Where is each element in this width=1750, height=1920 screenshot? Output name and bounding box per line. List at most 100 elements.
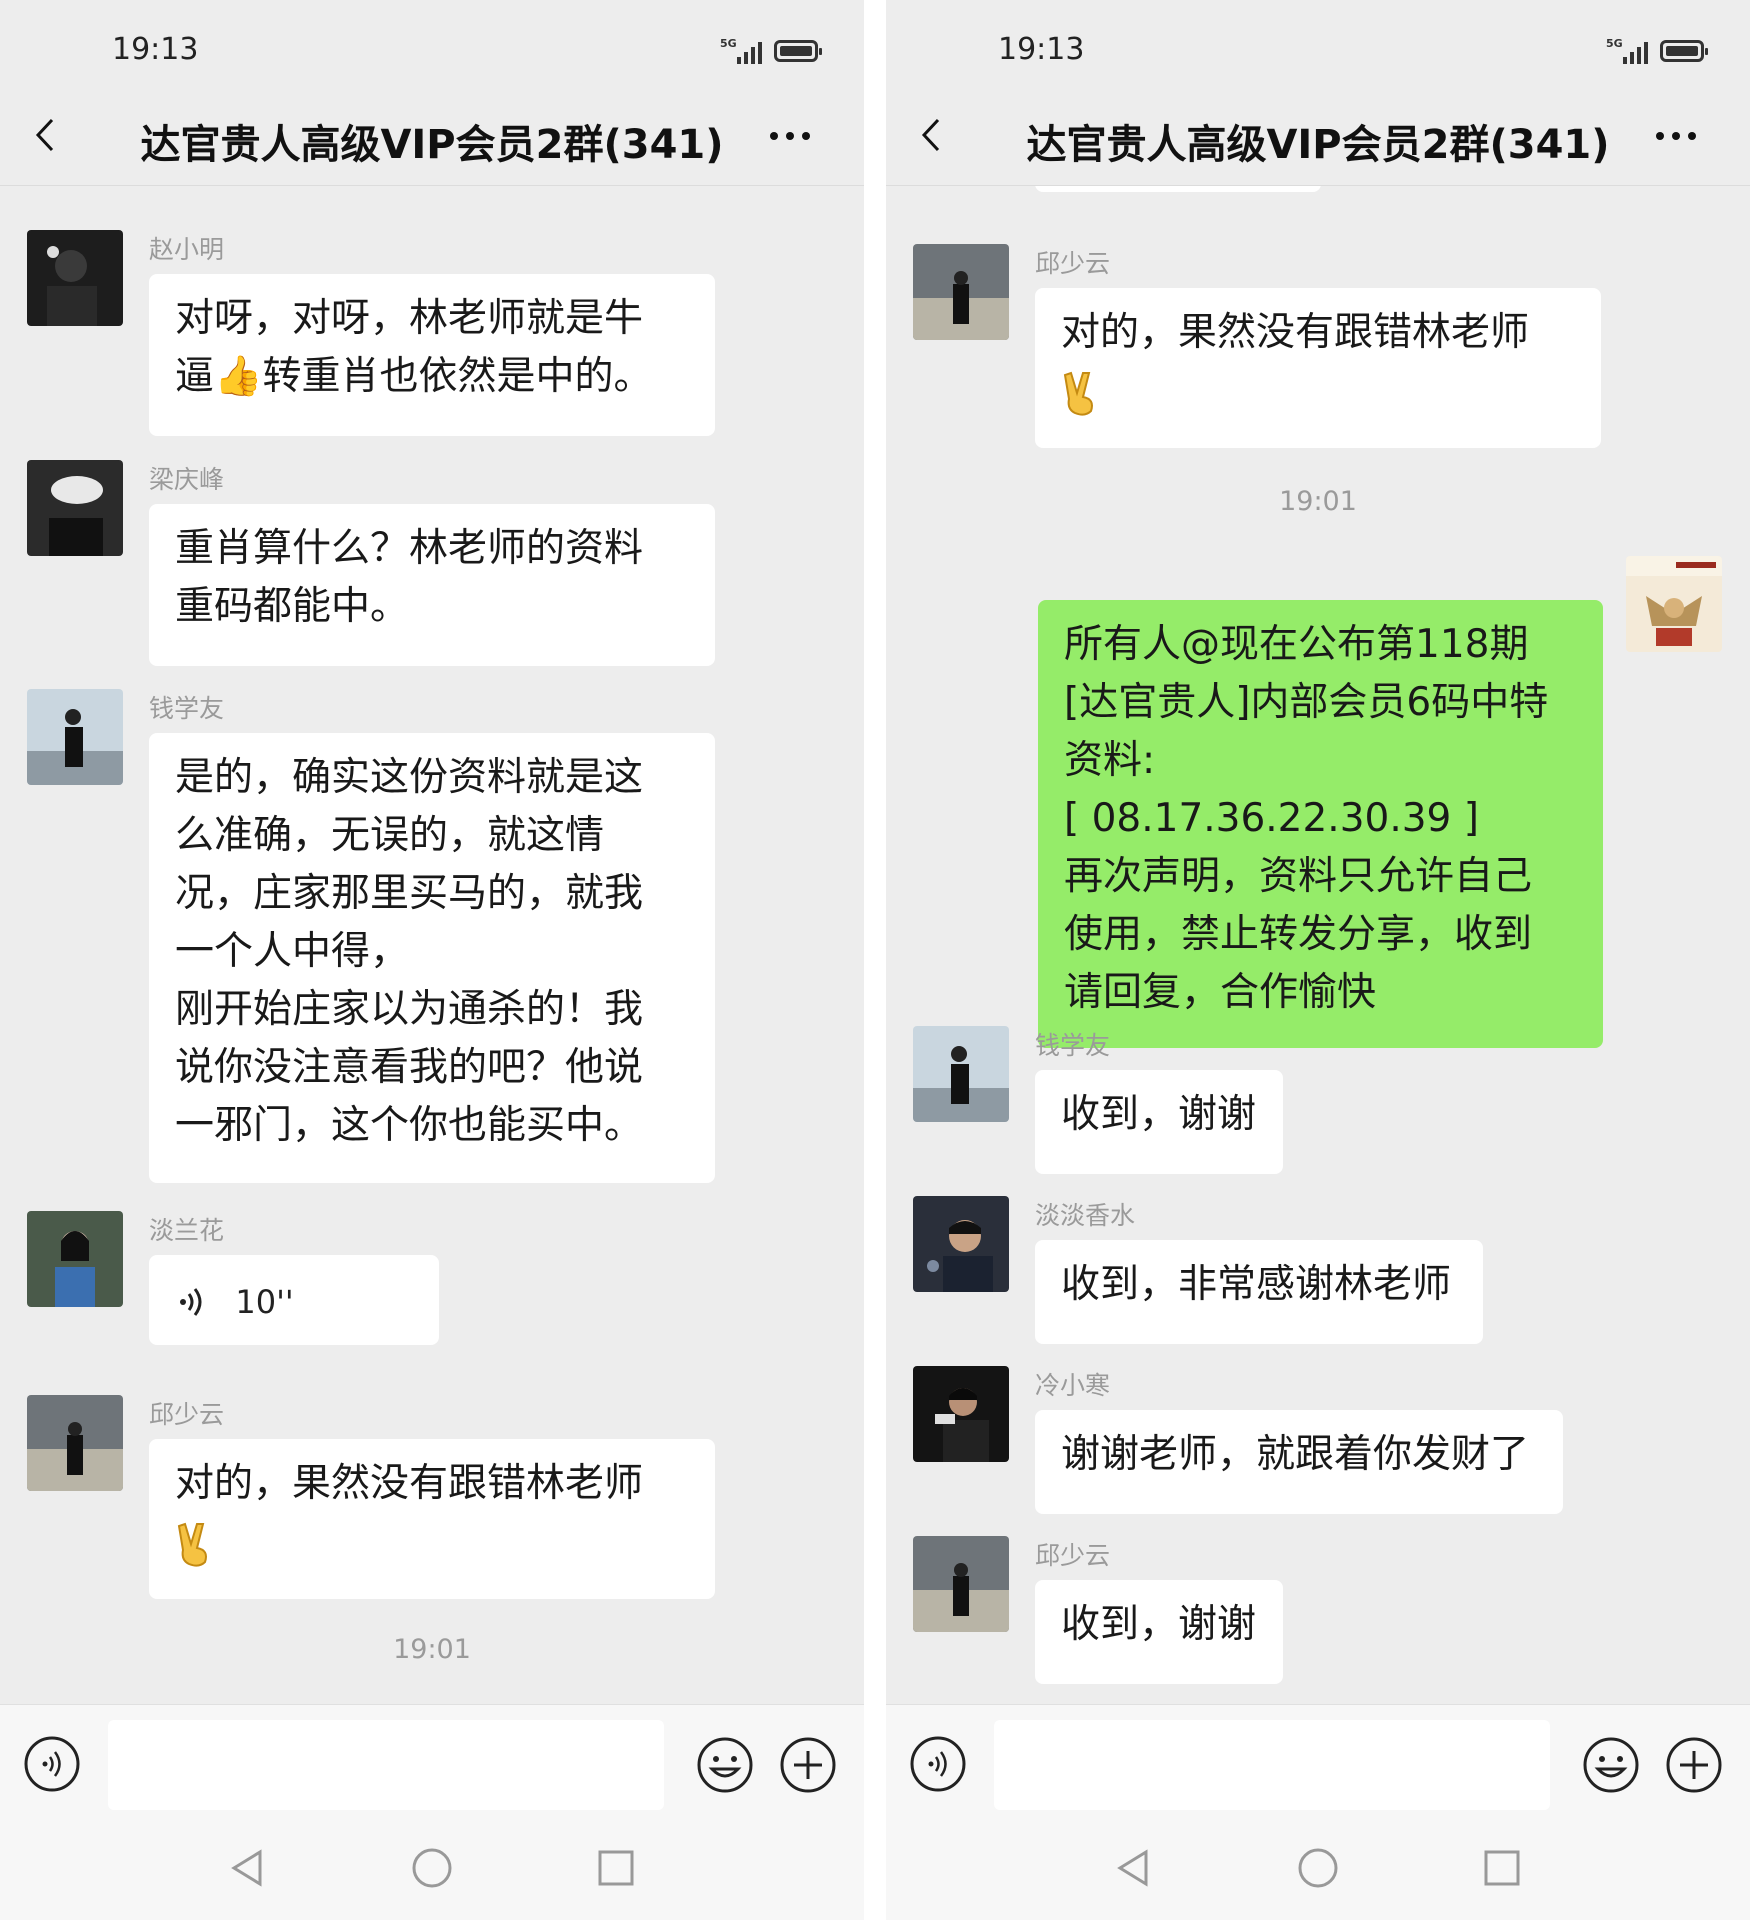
chat-header: 达官贵人高级VIP会员2群(341)	[0, 100, 864, 186]
avatar[interactable]	[27, 1395, 123, 1491]
system-home-button[interactable]	[404, 1840, 460, 1896]
signal-icon	[737, 40, 763, 64]
back-button[interactable]	[30, 110, 90, 170]
more-options-button[interactable]	[1646, 114, 1706, 164]
voice-icon	[910, 1736, 966, 1792]
sender-name: 冷小寒	[1035, 1371, 1111, 1400]
message-input[interactable]	[108, 1720, 664, 1810]
previous-message-edge	[1035, 186, 1321, 192]
system-recents-button[interactable]	[588, 1840, 644, 1896]
chevron-left-icon	[921, 118, 940, 152]
back-button[interactable]	[916, 110, 976, 170]
more-options-button[interactable]	[760, 114, 820, 164]
message-text: 是的，确实这份资料就是这 么准确，无误的，就这情 况，庄家那里买马的，就我 一个…	[175, 755, 644, 1148]
timestamp: 19:01	[1279, 486, 1357, 517]
avatar[interactable]	[913, 1026, 1009, 1122]
sender-name: 邱少云	[1035, 1541, 1111, 1570]
voice-input-button[interactable]	[23, 1735, 81, 1793]
sender-name: 淡兰花	[149, 1216, 225, 1245]
message-text: 所有人@现在公布第118期 [达官贵人]内部会员6码中特 资料: [ 08.17…	[1064, 622, 1549, 1015]
voice-message-bubble[interactable]: 10''	[149, 1255, 439, 1345]
avatar[interactable]	[913, 1196, 1009, 1292]
more-functions-button[interactable]	[778, 1735, 838, 1795]
chat-input-bar	[0, 1704, 864, 1817]
emoji-button[interactable]	[695, 1735, 755, 1795]
timestamp: 19:01	[393, 1634, 471, 1665]
voice-wave-icon	[180, 1287, 202, 1316]
avatar[interactable]	[913, 1366, 1009, 1462]
system-navigation-bar	[0, 1816, 864, 1920]
message-text: 重肖算什么？林老师的资料 重码都能中。	[175, 526, 644, 629]
message-text: 收到，非常感谢林老师	[1061, 1262, 1452, 1307]
message-list[interactable]: 邱少云 对的，果然没有跟错林老师 19:01 所有人@现在公布第118期 [达官…	[886, 186, 1750, 1704]
avatar[interactable]	[913, 244, 1009, 340]
victory-hand-emoji	[1063, 371, 1093, 416]
system-navigation-bar	[886, 1816, 1750, 1920]
message-bubble[interactable]: 对的，果然没有跟错林老师	[1035, 288, 1601, 448]
message-bubble[interactable]: 对呀，对呀，林老师就是牛 逼👍转重肖也依然是中的。	[149, 274, 715, 436]
sender-name: 邱少云	[149, 1400, 225, 1429]
avatar[interactable]	[27, 689, 123, 785]
chat-input-bar	[886, 1704, 1750, 1817]
message-bubble[interactable]: 是的，确实这份资料就是这 么准确，无误的，就这情 况，庄家那里买马的，就我 一个…	[149, 733, 715, 1183]
ellipsis-icon	[1656, 132, 1696, 140]
circle-home-icon	[1298, 1848, 1338, 1888]
sender-name: 钱学友	[1035, 1031, 1111, 1060]
triangle-back-icon	[231, 1849, 262, 1887]
signal-icon	[1623, 40, 1649, 64]
my-avatar[interactable]	[1626, 556, 1722, 652]
message-list[interactable]: 赵小明 对呀，对呀，林老师就是牛 逼👍转重肖也依然是中的。 梁庆峰 重肖算什么？…	[0, 186, 864, 1704]
voice-duration: 10''	[235, 1282, 294, 1321]
message-bubble[interactable]: 收到，谢谢	[1035, 1070, 1283, 1174]
message-text: 对呀，对呀，林老师就是牛 逼👍转重肖也依然是中的。	[175, 296, 653, 399]
message-text: 对的，果然没有跟错林老师	[175, 1461, 644, 1506]
chat-title: 达官贵人高级VIP会员2群(341)	[140, 122, 724, 168]
voice-icon	[24, 1736, 80, 1792]
outgoing-message-bubble[interactable]: 所有人@现在公布第118期 [达官贵人]内部会员6码中特 资料: [ 08.17…	[1038, 600, 1603, 1048]
message-bubble[interactable]: 收到，非常感谢林老师	[1035, 1240, 1483, 1344]
smiley-icon	[697, 1737, 753, 1793]
square-recents-icon	[598, 1850, 634, 1886]
plus-circle-icon	[780, 1737, 836, 1793]
chat-title: 达官贵人高级VIP会员2群(341)	[1026, 122, 1610, 168]
message-text: 谢谢老师，就跟着你发财了	[1061, 1432, 1530, 1477]
message-bubble[interactable]: 对的，果然没有跟错林老师	[149, 1439, 715, 1599]
message-input[interactable]	[994, 1720, 1550, 1810]
chevron-left-icon	[35, 118, 54, 152]
smiley-icon	[1583, 1737, 1639, 1793]
more-functions-button[interactable]	[1664, 1735, 1724, 1795]
avatar[interactable]	[27, 230, 123, 326]
avatar[interactable]	[27, 1211, 123, 1307]
chat-header: 达官贵人高级VIP会员2群(341)	[886, 100, 1750, 186]
avatar[interactable]	[27, 460, 123, 556]
sender-name: 赵小明	[149, 235, 225, 264]
sender-name: 淡淡香水	[1035, 1201, 1136, 1230]
battery-icon	[774, 40, 822, 62]
ellipsis-icon	[770, 132, 810, 140]
victory-hand-emoji	[177, 1522, 207, 1567]
system-home-button[interactable]	[1290, 1840, 1346, 1896]
system-back-button[interactable]	[220, 1840, 276, 1896]
status-bar: 19:13 5G	[0, 0, 864, 100]
status-bar: 19:13 5G	[886, 0, 1750, 100]
network-type-label: 5G	[720, 37, 737, 50]
sender-name: 钱学友	[149, 694, 225, 723]
message-text: 对的，果然没有跟错林老师	[1061, 310, 1530, 355]
chat-screen-left: 19:13 5G 达官贵人高级VIP会员2群(341) 赵小明 对呀，对呀，林老…	[0, 0, 864, 1920]
emoji-button[interactable]	[1581, 1735, 1641, 1795]
status-time: 19:13	[998, 32, 1085, 67]
square-recents-icon	[1484, 1850, 1520, 1886]
avatar[interactable]	[913, 1536, 1009, 1632]
voice-input-button[interactable]	[909, 1735, 967, 1793]
circle-home-icon	[412, 1848, 452, 1888]
message-bubble[interactable]: 重肖算什么？林老师的资料 重码都能中。	[149, 504, 715, 666]
plus-circle-icon	[1666, 1737, 1722, 1793]
network-type-label: 5G	[1606, 37, 1623, 50]
sender-name: 梁庆峰	[149, 465, 225, 494]
status-time: 19:13	[112, 32, 199, 67]
system-back-button[interactable]	[1106, 1840, 1162, 1896]
message-bubble[interactable]: 谢谢老师，就跟着你发财了	[1035, 1410, 1563, 1514]
message-bubble[interactable]: 收到，谢谢	[1035, 1580, 1283, 1684]
message-text: 收到，谢谢	[1061, 1602, 1257, 1647]
system-recents-button[interactable]	[1474, 1840, 1530, 1896]
